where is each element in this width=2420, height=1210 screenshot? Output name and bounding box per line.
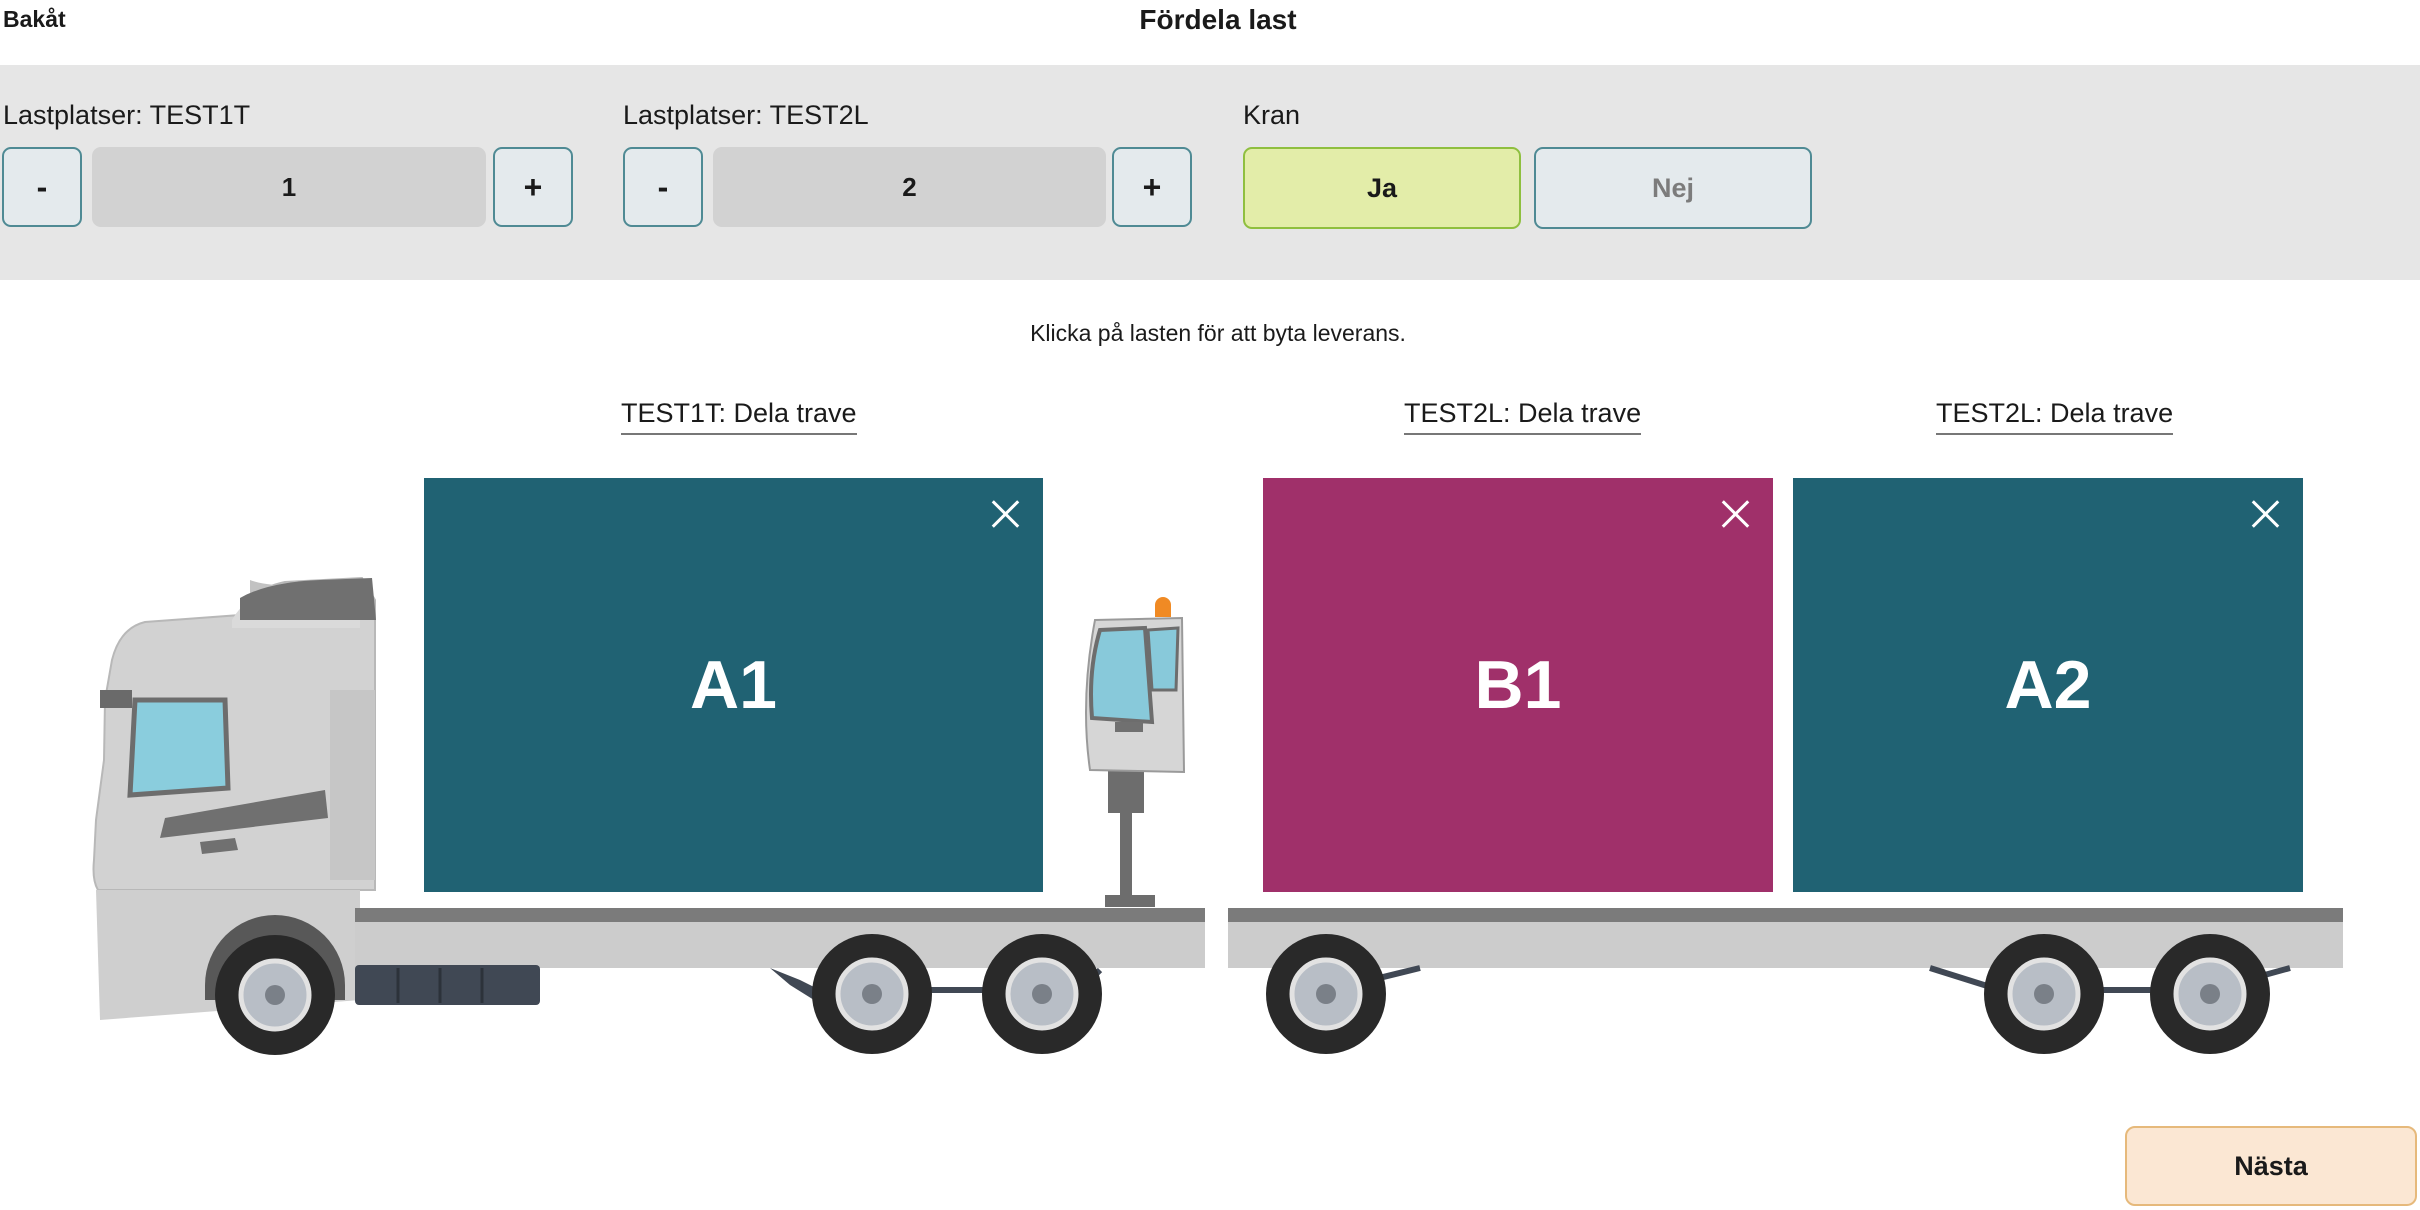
close-icon[interactable] [1717, 496, 1753, 532]
cargo-label: A2 [2004, 647, 2092, 723]
cargo-block-a2[interactable]: A2 [1793, 478, 2303, 892]
next-button[interactable]: Nästa [2125, 1126, 2417, 1206]
cargo-block-a1[interactable]: A1 [424, 478, 1043, 892]
cargo-block-b1[interactable]: B1 [1263, 478, 1773, 892]
cargo-label: B1 [1474, 647, 1562, 723]
close-icon[interactable] [987, 496, 1023, 532]
close-icon[interactable] [2247, 496, 2283, 532]
cargo-label: A1 [690, 647, 777, 723]
crane-cabin [1085, 597, 1186, 907]
